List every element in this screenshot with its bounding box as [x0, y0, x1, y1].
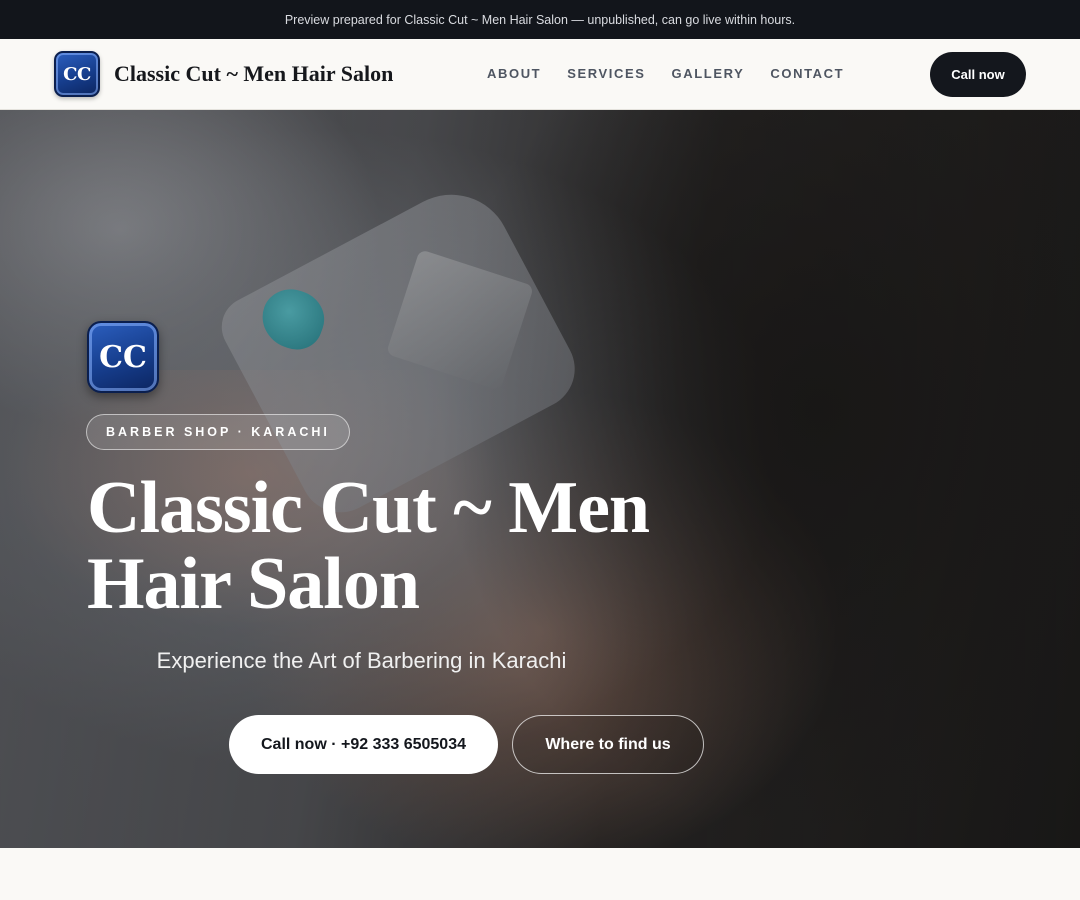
- hero-title: Classic Cut ~ Men Hair Salon: [87, 467, 650, 625]
- next-section: [0, 848, 1080, 900]
- hero-location-button[interactable]: Where to find us: [512, 715, 704, 774]
- hero-section: CC BARBER SHOP · KARACHI Classic Cut ~ M…: [0, 110, 1080, 848]
- main-nav: ABOUT SERVICES GALLERY CONTACT: [487, 66, 870, 81]
- site-header: CC Classic Cut ~ Men Hair Salon ABOUT SE…: [0, 39, 1080, 110]
- brand-logo-icon: CC: [54, 51, 100, 97]
- brand-name: Classic Cut ~ Men Hair Salon: [114, 61, 394, 86]
- nav-link-gallery[interactable]: GALLERY: [672, 66, 745, 81]
- nav-link-services[interactable]: SERVICES: [567, 66, 645, 81]
- hero-call-button[interactable]: Call now · +92 333 6505034: [229, 715, 498, 774]
- nav-link-about[interactable]: ABOUT: [487, 66, 541, 81]
- nav-link-contact[interactable]: CONTACT: [770, 66, 844, 81]
- hero-subtitle: Experience the Art of Barbering in Karac…: [156, 648, 567, 673]
- brand[interactable]: CC Classic Cut ~ Men Hair Salon: [54, 51, 393, 97]
- hero-logo-icon: CC: [87, 321, 159, 393]
- hero-tag-badge: BARBER SHOP · KARACHI: [86, 414, 350, 450]
- preview-banner: Preview prepared for Classic Cut ~ Men H…: [0, 0, 1080, 39]
- header-call-button[interactable]: Call now: [930, 52, 1026, 97]
- preview-banner-text: Preview prepared for Classic Cut ~ Men H…: [284, 12, 796, 27]
